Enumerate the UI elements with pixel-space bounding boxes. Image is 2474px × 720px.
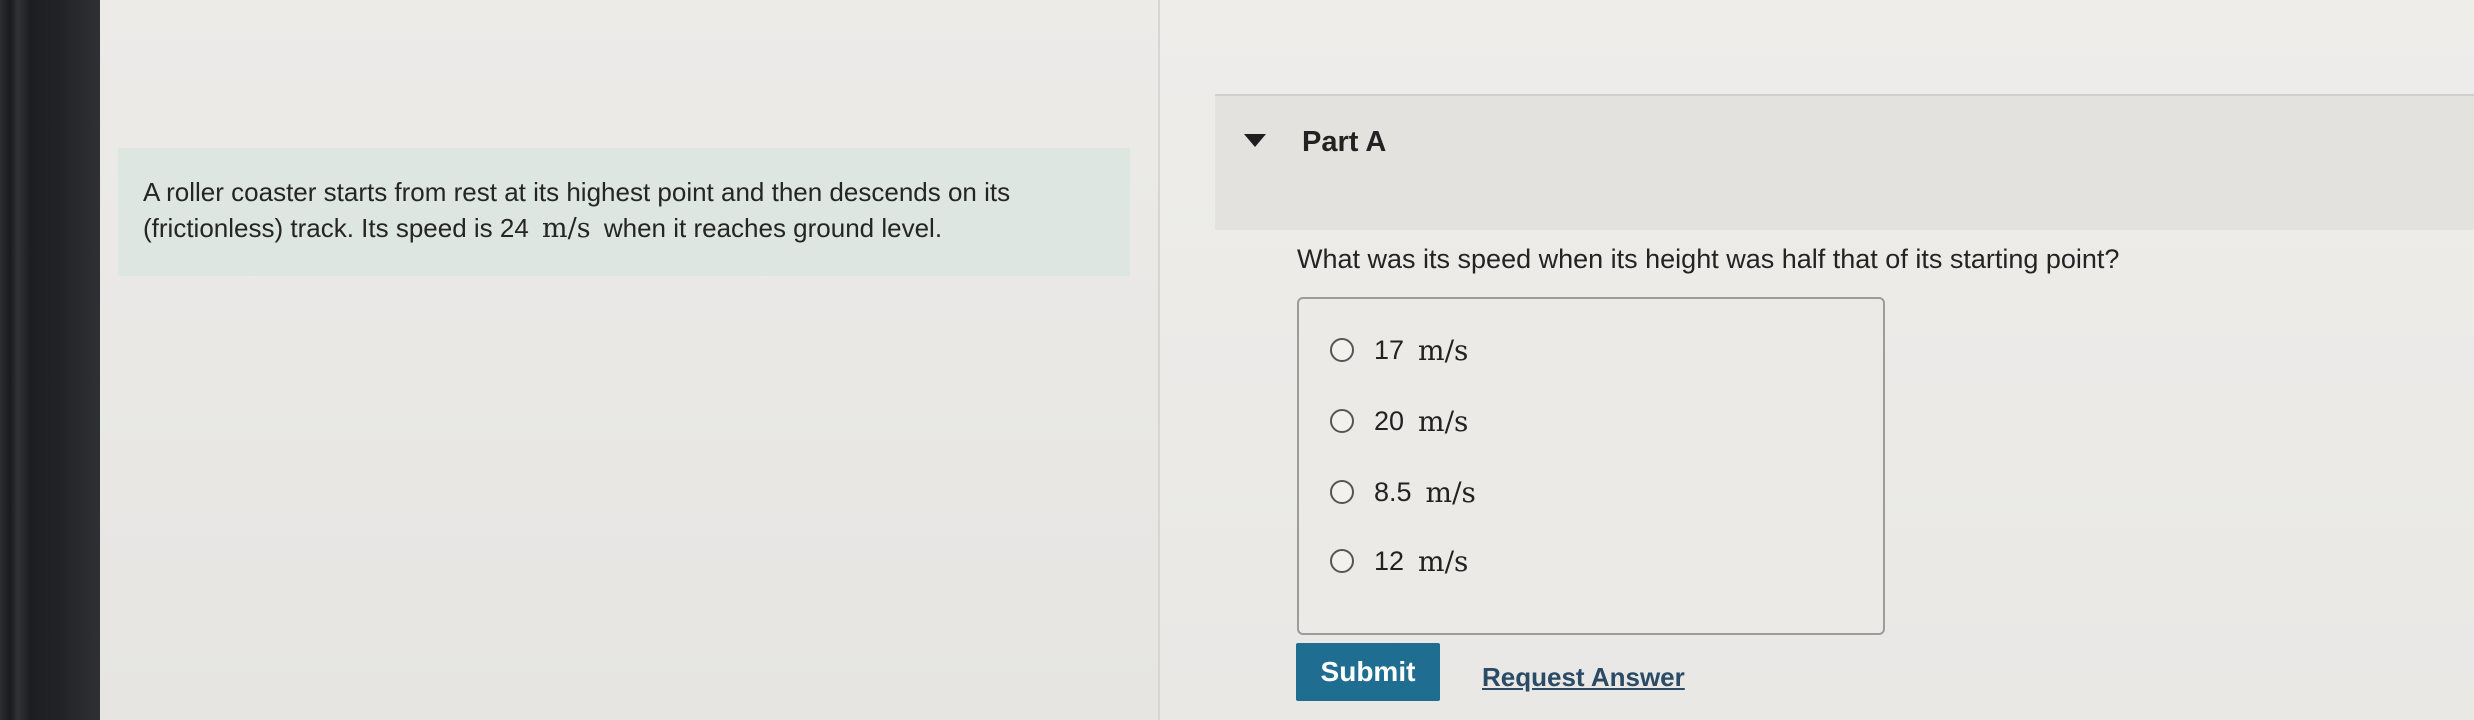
problem-speed-unit: m/s (542, 213, 591, 244)
choice-unit: m/s (1418, 333, 1469, 367)
choice-value: 12 (1374, 545, 1405, 576)
radio-icon[interactable] (1330, 480, 1354, 504)
screen-bezel (0, 0, 100, 720)
caret-down-icon[interactable] (1244, 134, 1266, 147)
radio-icon[interactable] (1330, 338, 1354, 362)
part-a-header[interactable] (1215, 94, 2474, 230)
choice-unit: m/s (1418, 544, 1469, 578)
problem-statement: A roller coaster starts from rest at its… (143, 174, 1103, 247)
choice-value: 17 (1374, 334, 1405, 365)
choice-option-3[interactable]: 8.5 m/s (1330, 472, 1476, 512)
choice-value: 8.5 (1374, 476, 1412, 507)
choice-unit: m/s (1418, 404, 1469, 438)
radio-icon[interactable] (1330, 409, 1354, 433)
part-title[interactable]: Part A (1302, 126, 1386, 159)
choice-value: 20 (1374, 405, 1405, 436)
radio-icon[interactable] (1330, 549, 1354, 573)
question-text: What was its speed when its height was h… (1297, 244, 2120, 274)
choice-option-1[interactable]: 17 m/s (1330, 330, 1468, 370)
submit-button[interactable]: Submit (1296, 643, 1440, 701)
problem-panel (100, 0, 1158, 720)
choice-option-4[interactable]: 12 m/s (1330, 541, 1468, 581)
choice-option-2[interactable]: 20 m/s (1330, 401, 1468, 441)
request-answer-link[interactable]: Request Answer (1482, 662, 1685, 693)
problem-text-end: when it reaches ground level. (603, 213, 943, 243)
choice-unit: m/s (1425, 475, 1476, 509)
